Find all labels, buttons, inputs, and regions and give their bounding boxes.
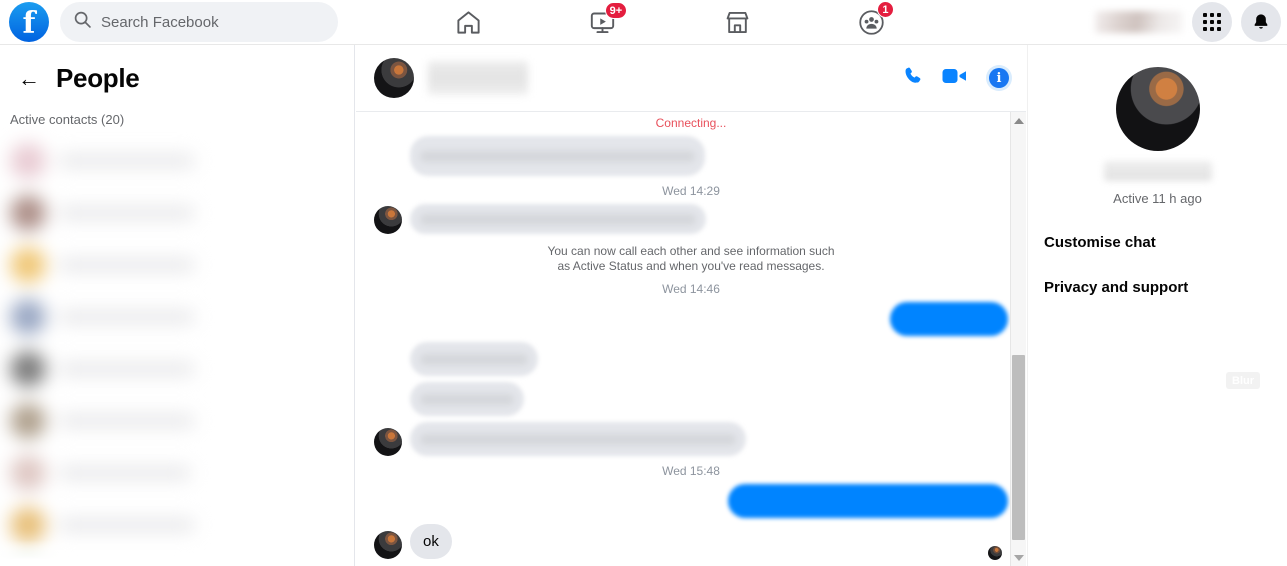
chat-header: i <box>356 45 1026 112</box>
message-row <box>356 484 1026 518</box>
contact-avatar <box>10 351 46 387</box>
message-row <box>356 136 1026 176</box>
blur-watermark: Blur <box>1226 372 1260 389</box>
message-bubble[interactable] <box>410 136 705 176</box>
main-navigation: 9+ 1 <box>440 0 900 44</box>
scrollbar-thumb[interactable] <box>1012 355 1025 540</box>
contact-row[interactable] <box>0 291 195 343</box>
contact-name <box>58 258 195 272</box>
profile-name-blurred[interactable] <box>1095 11 1183 33</box>
nav-groups-button[interactable]: 1 <box>844 0 900 44</box>
message-bubble[interactable] <box>410 342 538 376</box>
message-row <box>356 342 1026 376</box>
message-bubble[interactable] <box>410 204 706 234</box>
active-contacts-label: Active contacts (20) <box>10 112 125 127</box>
info-icon[interactable]: i <box>986 65 1012 91</box>
message-row <box>356 422 1026 456</box>
message-row: ok <box>356 524 1026 559</box>
contact-avatar <box>10 299 46 335</box>
page-title: People <box>56 63 140 93</box>
message-row <box>356 204 1026 234</box>
video-call-icon[interactable] <box>942 66 968 91</box>
grid-menu-icon[interactable] <box>1192 2 1232 42</box>
contact-row[interactable] <box>0 239 195 291</box>
nav-marketplace-button[interactable] <box>709 0 765 44</box>
message-bubble[interactable] <box>890 302 1008 336</box>
back-arrow-icon[interactable]: ← <box>18 67 40 90</box>
message-row <box>356 382 1026 416</box>
redacted-text <box>420 353 528 365</box>
search-input[interactable]: Search Facebook <box>60 2 338 42</box>
contact-avatar <box>10 455 46 491</box>
message-bubble[interactable] <box>728 484 1008 518</box>
message-bubble[interactable] <box>410 422 746 456</box>
message-timestamp: Wed 14:46 <box>662 282 720 296</box>
message-list: Wed 14:29 You can now call each other and… <box>356 136 1026 559</box>
nav-home-button[interactable] <box>440 0 496 44</box>
nav-video-button[interactable]: 9+ <box>575 0 631 44</box>
chat-panel: i Connecting... Wed 14:29 You can now cal… <box>356 45 1026 566</box>
profile-name <box>1103 161 1212 181</box>
video-badge: 9+ <box>604 2 628 19</box>
contact-name <box>58 466 191 480</box>
contact-name <box>58 310 195 324</box>
message-bubble[interactable] <box>410 382 524 416</box>
message-thread[interactable]: Connecting... Wed 14:29 You can now call … <box>356 112 1026 566</box>
contact-row[interactable] <box>0 395 195 447</box>
redacted-text <box>420 433 736 445</box>
contact-row[interactable] <box>0 187 195 239</box>
scroll-up-arrow-icon[interactable] <box>1011 112 1026 129</box>
message-bubble[interactable]: ok <box>410 524 452 559</box>
scroll-down-arrow-icon[interactable] <box>1011 549 1026 566</box>
chat-contact-name[interactable] <box>428 61 528 95</box>
contact-avatar <box>10 143 46 179</box>
message-timestamp: Wed 15:48 <box>662 464 720 478</box>
contact-name <box>58 414 195 428</box>
search-placeholder: Search Facebook <box>101 13 219 31</box>
contact-avatar <box>10 403 46 439</box>
contact-avatar <box>10 195 46 231</box>
contact-name <box>58 362 195 376</box>
thread-scrollbar[interactable] <box>1010 112 1026 566</box>
seen-indicator-avatar <box>988 546 1002 560</box>
sidebar-header: ← People <box>0 45 354 94</box>
chat-header-actions: i <box>902 65 1012 92</box>
redacted-text <box>420 393 514 405</box>
contact-row[interactable] <box>0 447 195 499</box>
search-icon <box>74 11 91 33</box>
top-navigation-bar: f Search Facebook 9+ 1 <box>0 0 1287 45</box>
message-avatar <box>374 531 402 559</box>
message-avatar <box>374 206 402 234</box>
message-row <box>356 302 1026 336</box>
message-timestamp: Wed 14:29 <box>662 184 720 198</box>
redacted-text <box>420 213 696 225</box>
chat-details-panel: Active 11 h ago Customise chat Privacy a… <box>1027 45 1287 566</box>
contact-row[interactable] <box>0 135 195 187</box>
profile-photo[interactable] <box>1115 67 1200 151</box>
connection-status: Connecting... <box>655 116 727 130</box>
list-fade <box>0 540 354 566</box>
contact-name <box>58 206 195 220</box>
message-avatar <box>374 428 402 456</box>
contact-row[interactable] <box>0 343 195 395</box>
customise-chat-link[interactable]: Customise chat <box>1028 234 1287 251</box>
phone-icon[interactable] <box>902 65 924 92</box>
contact-name <box>58 518 195 532</box>
chat-contact-avatar[interactable] <box>374 58 414 98</box>
contact-name <box>58 154 195 168</box>
bell-icon[interactable] <box>1241 2 1281 42</box>
privacy-and-support-link[interactable]: Privacy and support <box>1028 279 1287 296</box>
system-message: You can now call each other and see info… <box>547 244 835 273</box>
contact-avatar <box>10 247 46 283</box>
redacted-text <box>420 150 695 162</box>
top-right-actions <box>1095 0 1281 44</box>
people-sidebar: ← People Active contacts (20) <box>0 45 355 566</box>
active-status: Active 11 h ago <box>1113 191 1202 206</box>
groups-badge: 1 <box>876 1 894 18</box>
facebook-logo-icon[interactable]: f <box>9 2 49 42</box>
contact-avatar <box>10 507 46 543</box>
